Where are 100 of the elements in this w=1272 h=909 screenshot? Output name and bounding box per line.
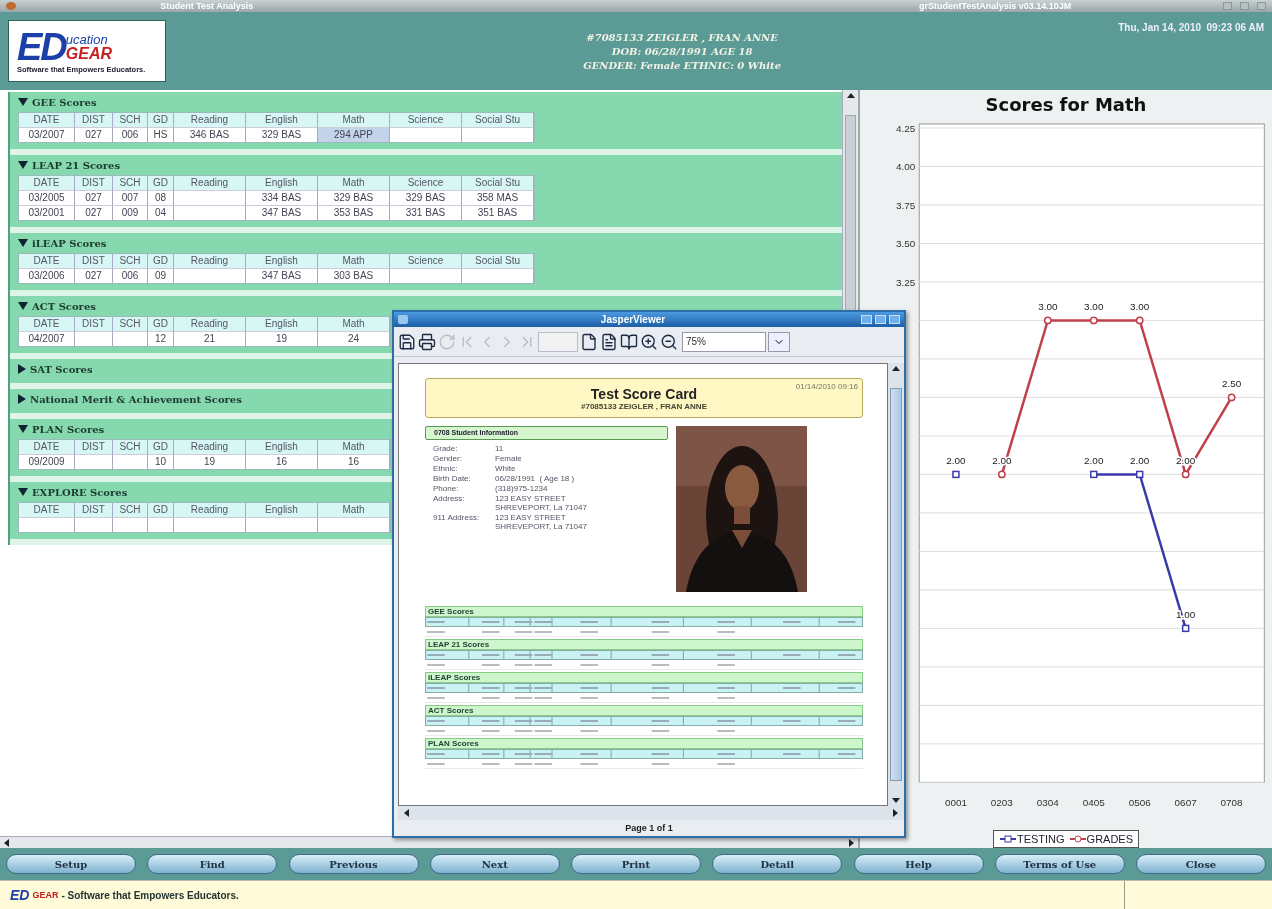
printer-icon[interactable] xyxy=(418,332,436,351)
column-header: Social Stu xyxy=(462,113,534,127)
table-cell[interactable] xyxy=(462,268,534,283)
table-cell[interactable] xyxy=(246,517,318,532)
table-cell[interactable]: 09 xyxy=(148,268,174,283)
zoom-dropdown-button[interactable] xyxy=(768,331,790,352)
section-title[interactable]: EXPLORE Scores xyxy=(32,486,128,498)
table-cell[interactable] xyxy=(75,331,113,346)
action-button[interactable]: Terms of Use xyxy=(994,854,1125,874)
table-cell[interactable]: 24 xyxy=(318,331,390,346)
section-title[interactable]: ACT Scores xyxy=(32,300,96,312)
action-button[interactable]: Previous xyxy=(288,854,419,874)
column-header: GD xyxy=(148,503,174,517)
section-title[interactable]: LEAP 21 Scores xyxy=(32,159,121,171)
table-cell[interactable]: 346 BAS xyxy=(174,127,246,142)
table-cell[interactable] xyxy=(148,517,174,532)
table-cell[interactable] xyxy=(75,454,113,469)
table-cell[interactable]: 329 BAS xyxy=(390,190,462,205)
table-cell[interactable]: 334 BAS xyxy=(246,190,318,205)
action-button[interactable]: Setup xyxy=(6,854,136,874)
page-text-icon[interactable] xyxy=(600,332,618,351)
open-book-icon[interactable] xyxy=(620,332,638,351)
axis-tick-label: 0001 xyxy=(944,797,967,809)
table-cell[interactable]: 19 xyxy=(174,454,246,469)
report-date: 01/14/2010 09:16 xyxy=(795,382,858,391)
table-cell[interactable]: 16 xyxy=(318,454,390,469)
collapsed-icon[interactable] xyxy=(18,394,26,404)
action-button[interactable]: Print xyxy=(571,854,701,874)
table-cell[interactable]: 006 xyxy=(113,127,148,142)
legend-marker-icon xyxy=(1068,834,1087,844)
table-cell[interactable]: 006 xyxy=(113,268,148,283)
save-icon[interactable] xyxy=(398,332,416,351)
table-cell[interactable]: 03/2001 xyxy=(19,205,75,220)
table-cell[interactable] xyxy=(390,127,462,142)
action-button[interactable]: Detail xyxy=(712,854,843,874)
horizontal-scrollbar[interactable] xyxy=(398,806,904,820)
table-cell[interactable]: 009 xyxy=(113,205,148,220)
zoom-field[interactable]: 75% xyxy=(682,331,766,352)
maximize-icon[interactable] xyxy=(1240,2,1250,10)
zoom-out-icon[interactable] xyxy=(660,332,678,351)
table-cell[interactable]: 08 xyxy=(148,190,174,205)
table-cell[interactable]: 027 xyxy=(75,268,113,283)
table-cell[interactable] xyxy=(174,268,246,283)
action-button[interactable]: Close xyxy=(1136,854,1266,874)
column-header: SCH xyxy=(113,317,148,331)
table-cell[interactable]: 347 BAS xyxy=(246,268,318,283)
table-cell[interactable]: 10 xyxy=(148,454,174,469)
table-cell[interactable] xyxy=(462,127,534,142)
table-cell[interactable]: 331 BAS xyxy=(390,205,462,220)
section-title[interactable]: SAT Scores xyxy=(30,363,93,375)
table-cell[interactable] xyxy=(174,205,246,220)
table-cell[interactable]: 351 BAS xyxy=(462,205,534,220)
horizontal-scrollbar[interactable] xyxy=(0,836,858,848)
table-cell[interactable]: 329 BAS xyxy=(246,127,318,142)
table-cell[interactable] xyxy=(390,268,462,283)
table-cell[interactable] xyxy=(113,454,148,469)
table-cell[interactable]: 353 BAS xyxy=(318,205,390,220)
page-icon[interactable] xyxy=(580,332,598,351)
table-cell[interactable] xyxy=(174,190,246,205)
table-cell[interactable] xyxy=(75,517,113,532)
table-cell[interactable]: 03/2005 xyxy=(19,190,75,205)
table-cell[interactable]: 03/2007 xyxy=(19,127,75,142)
column-header: Reading xyxy=(174,254,246,268)
table-cell[interactable]: 294 APP xyxy=(318,127,390,142)
vertical-scrollbar[interactable] xyxy=(888,363,904,806)
table-cell[interactable]: 04 xyxy=(148,205,174,220)
table-cell[interactable]: 09/2009 xyxy=(19,454,75,469)
table-cell[interactable] xyxy=(113,331,148,346)
action-button[interactable]: Help xyxy=(853,854,984,874)
info-value: SHREVEPORT, La 71047 xyxy=(495,503,587,512)
table-cell[interactable]: 19 xyxy=(246,331,318,346)
table-cell[interactable] xyxy=(19,517,75,532)
table-cell[interactable]: 027 xyxy=(75,205,113,220)
action-button[interactable]: Find xyxy=(147,854,278,874)
minimize-icon[interactable] xyxy=(1223,2,1233,10)
zoom-in-icon[interactable] xyxy=(640,332,658,351)
table-cell[interactable]: 358 MAS xyxy=(462,190,534,205)
table-cell[interactable]: 303 BAS xyxy=(318,268,390,283)
table-cell[interactable]: HS xyxy=(148,127,174,142)
table-cell[interactable]: 04/2007 xyxy=(19,331,75,346)
collapsed-icon[interactable] xyxy=(18,364,26,374)
close-icon[interactable] xyxy=(1257,2,1266,10)
table-cell[interactable]: 16 xyxy=(246,454,318,469)
table-cell[interactable] xyxy=(113,517,148,532)
section-title[interactable]: National Merit & Achievement Scores xyxy=(30,393,242,405)
table-cell[interactable]: 21 xyxy=(174,331,246,346)
action-button[interactable]: Next xyxy=(429,854,560,874)
info-label: Grade: xyxy=(432,444,459,453)
table-cell[interactable] xyxy=(318,517,390,532)
section-title[interactable]: PLAN Scores xyxy=(32,423,105,435)
table-cell[interactable]: 12 xyxy=(148,331,174,346)
table-cell[interactable] xyxy=(174,517,246,532)
table-cell[interactable]: 027 xyxy=(75,127,113,142)
section-title[interactable]: GEE Scores xyxy=(32,96,97,108)
section-title[interactable]: iLEAP Scores xyxy=(32,237,107,249)
table-cell[interactable]: 329 BAS xyxy=(318,190,390,205)
table-cell[interactable]: 007 xyxy=(113,190,148,205)
table-cell[interactable]: 027 xyxy=(75,190,113,205)
table-cell[interactable]: 347 BAS xyxy=(246,205,318,220)
table-cell[interactable]: 03/2006 xyxy=(19,268,75,283)
